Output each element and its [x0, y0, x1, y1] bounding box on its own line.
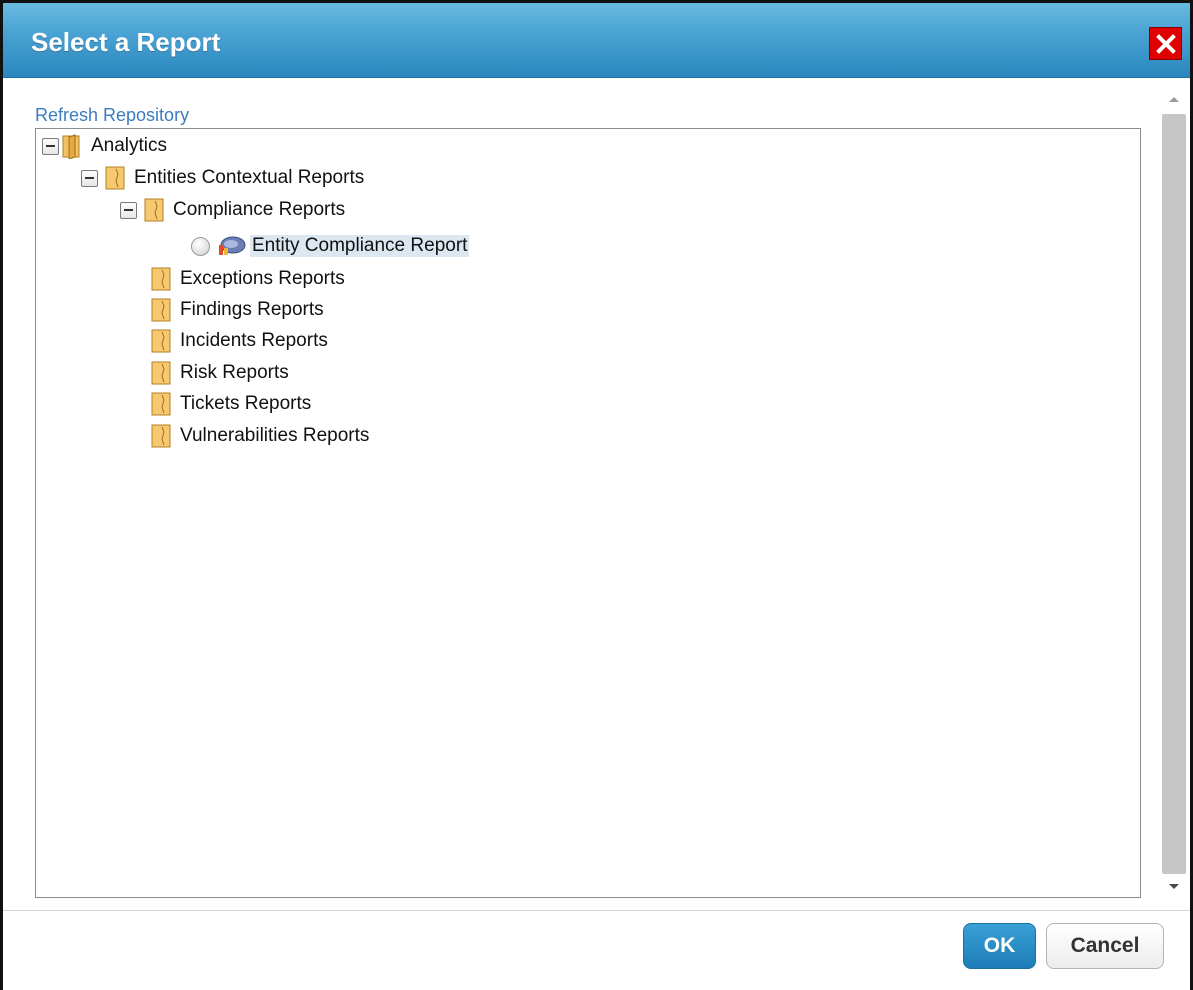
tree-node-label: Findings Reports	[180, 299, 324, 320]
tree-node-compliance-reports[interactable]: Compliance Reports	[120, 197, 345, 223]
close-x-icon	[1155, 33, 1176, 54]
folder-icon	[151, 424, 171, 448]
dialog-footer: OK Cancel	[3, 910, 1190, 990]
tree-node-label: Analytics	[91, 135, 168, 156]
tree-node-exceptions-reports[interactable]: Exceptions Reports	[150, 266, 345, 292]
folder-icon	[144, 198, 164, 222]
refresh-repository-link[interactable]: Refresh Repository	[35, 105, 189, 126]
scrollbar-thumb[interactable]	[1162, 114, 1186, 874]
report-icon	[219, 236, 246, 255]
collapse-toggle-icon[interactable]	[42, 137, 59, 155]
vertical-scrollbar[interactable]	[1162, 88, 1186, 898]
tree-node-label: Tickets Reports	[180, 393, 312, 414]
folder-open-icon	[62, 134, 80, 159]
folder-icon	[151, 361, 171, 385]
dialog-titlebar[interactable]: Select a Report	[3, 3, 1190, 78]
scroll-down-arrow-icon[interactable]	[1162, 876, 1186, 898]
tree-node-label: Incidents Reports	[180, 330, 328, 351]
tree-node-risk-reports[interactable]: Risk Reports	[150, 360, 289, 386]
dialog-title: Select a Report	[31, 27, 221, 57]
collapse-toggle-icon[interactable]	[81, 169, 98, 187]
cancel-button[interactable]: Cancel	[1046, 923, 1164, 969]
scroll-up-arrow-icon[interactable]	[1162, 88, 1186, 110]
tree-node-tickets-reports[interactable]: Tickets Reports	[150, 391, 311, 417]
report-tree: Analytics Entities Contextual Reports Co…	[35, 128, 1141, 898]
tree-node-label: Exceptions Reports	[180, 268, 345, 289]
close-button[interactable]	[1149, 27, 1182, 60]
tree-node-incidents-reports[interactable]: Incidents Reports	[150, 328, 328, 354]
select-report-dialog: Select a Report Refresh Repository Analy…	[0, 0, 1193, 990]
folder-icon	[151, 298, 171, 322]
collapse-toggle-icon[interactable]	[120, 201, 137, 219]
tree-node-findings-reports[interactable]: Findings Reports	[150, 297, 324, 323]
tree-node-label: Risk Reports	[180, 362, 289, 383]
folder-icon	[151, 329, 171, 353]
ok-button[interactable]: OK	[963, 923, 1036, 969]
report-select-radio[interactable]	[191, 236, 210, 256]
tree-node-label: Compliance Reports	[173, 199, 346, 220]
tree-node-analytics[interactable]: Analytics	[42, 133, 167, 159]
folder-icon	[151, 392, 171, 416]
tree-node-vulnerabilities-reports[interactable]: Vulnerabilities Reports	[150, 423, 369, 449]
tree-node-label: Entity Compliance Report	[250, 235, 470, 257]
tree-node-entities-contextual-reports[interactable]: Entities Contextual Reports	[81, 165, 364, 191]
dialog-body: Refresh Repository Analytics Entities Co…	[3, 78, 1190, 910]
tree-node-entity-compliance-report[interactable]: Entity Compliance Report	[191, 233, 470, 259]
tree-node-label: Vulnerabilities Reports	[180, 425, 370, 446]
folder-icon	[151, 267, 171, 291]
folder-icon	[105, 166, 125, 190]
tree-node-label: Entities Contextual Reports	[134, 167, 365, 188]
